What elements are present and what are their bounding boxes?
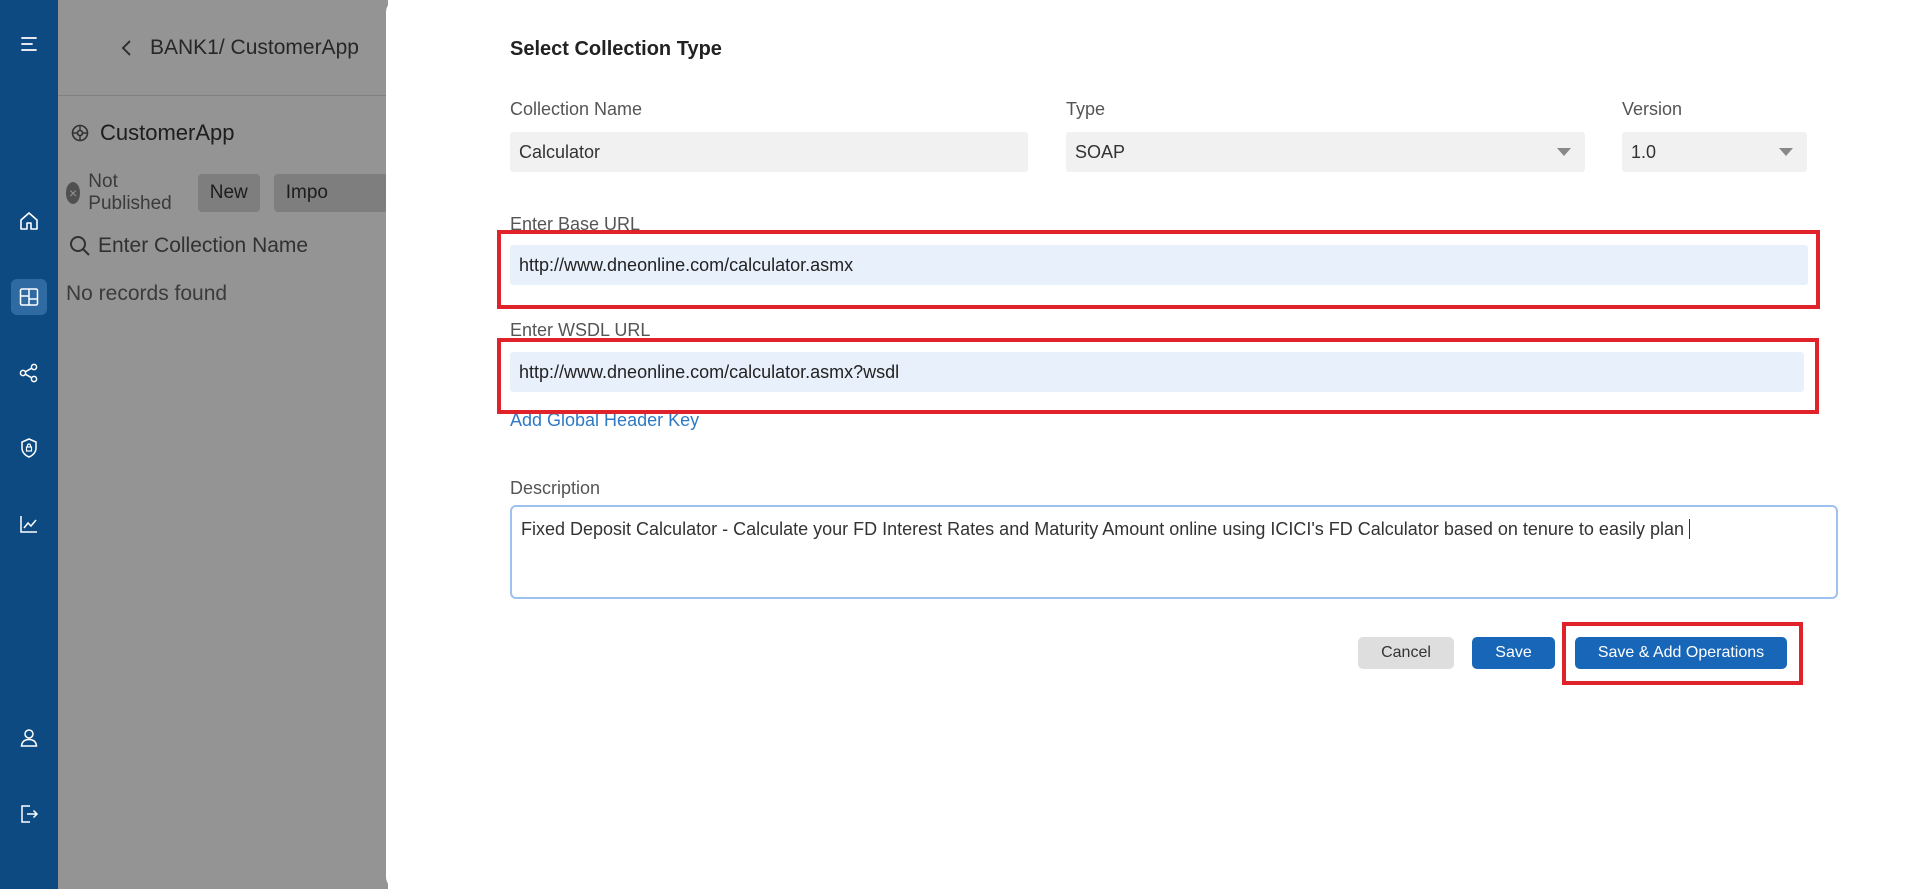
description-text: Fixed Deposit Calculator - Calculate you…: [521, 519, 1684, 539]
version-select[interactable]: 1.0: [1622, 132, 1807, 172]
collection-drawer: Select Collection Type Collection Name C…: [386, 0, 1920, 889]
dashboard-icon[interactable]: [11, 279, 47, 315]
collection-name-label: Collection Name: [510, 99, 643, 119]
description-label: Description: [510, 478, 601, 498]
chevron-down-icon: [1779, 148, 1793, 156]
type-select[interactable]: SOAP: [1066, 132, 1585, 172]
version-select-value: 1.0: [1631, 141, 1657, 162]
description-textarea[interactable]: Fixed Deposit Calculator - Calculate you…: [510, 505, 1838, 599]
shield-icon[interactable]: [11, 430, 47, 466]
menu-icon[interactable]: [11, 26, 47, 62]
cancel-button[interactable]: Cancel: [1358, 637, 1454, 669]
version-label: Version: [1622, 99, 1683, 119]
save-button[interactable]: Save: [1472, 637, 1555, 669]
highlight-box-wsdl-url: [497, 338, 1819, 414]
nav-rail: [0, 0, 58, 889]
type-select-value: SOAP: [1075, 141, 1126, 162]
chevron-down-icon: [1557, 148, 1571, 156]
drawer-title: Select Collection Type: [510, 38, 722, 60]
home-icon[interactable]: [11, 203, 47, 239]
highlight-box-base-url: [497, 230, 1820, 309]
highlight-box-save-add-operations: [1562, 622, 1803, 685]
chart-icon[interactable]: [11, 506, 47, 542]
logout-icon[interactable]: [11, 796, 47, 832]
type-label: Type: [1066, 99, 1106, 119]
text-cursor: ​: [1689, 519, 1690, 539]
modal-overlay[interactable]: [58, 0, 388, 889]
share-icon[interactable]: [11, 355, 47, 391]
collection-name-field[interactable]: Calculator: [510, 132, 1028, 172]
user-icon[interactable]: [11, 720, 47, 756]
